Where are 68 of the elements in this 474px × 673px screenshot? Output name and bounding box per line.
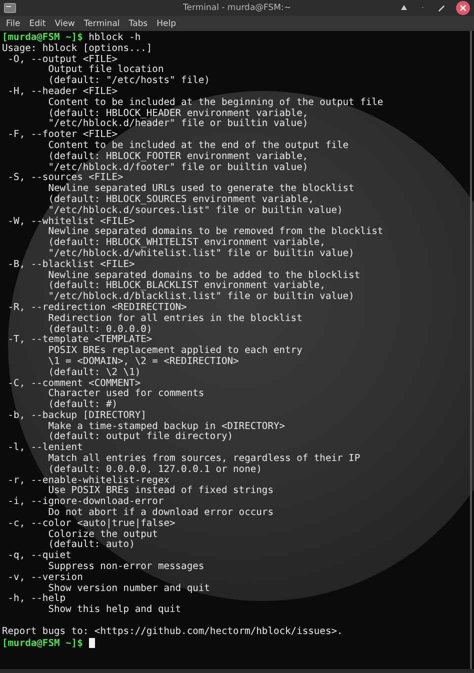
terminal-line: Suppress non-error messages	[48, 561, 204, 572]
terminal-line: -v, --version	[8, 572, 83, 583]
terminal-line: -b, --backup [DIRECTORY]	[8, 410, 146, 421]
terminal-line: (default: output file directory)	[48, 431, 234, 442]
terminal-line: Use POSIX BREs instead of fixed strings	[48, 485, 274, 496]
terminal-line: Colorize the output	[48, 528, 158, 540]
terminal-line: -l, --lenient	[8, 442, 83, 454]
terminal-line: Report bugs to: <https://github.com/hectorm/hblock/issues>.	[2, 626, 343, 637]
maximize-icon[interactable]	[438, 4, 445, 12]
terminal-line: -W, --whitelist <FILE>	[8, 216, 135, 227]
terminal-line: (default: auto)	[48, 539, 135, 550]
keep-above-icon[interactable]	[400, 4, 408, 12]
terminal-line: (default: HBLOCK_BLACKLIST environment variable,	[48, 280, 326, 292]
terminal-line: (default: HBLOCK_HEADER environment variable,	[48, 108, 308, 119]
terminal-line: POSIX BREs replacement applied to each entry	[48, 345, 302, 356]
command-text: hblock -h	[88, 32, 141, 43]
terminal-line: Output file location	[48, 64, 164, 76]
terminal-line: -F, --footer <FILE>	[8, 129, 118, 140]
prompt-text: [murda@FSM ~]$	[2, 638, 83, 649]
terminal-line: "/etc/hblock.d/footer" file or builtin value)	[48, 162, 308, 173]
terminal-line: (default: HBLOCK_FOOTER environment variable,	[48, 150, 308, 162]
terminal-line: (default: #)	[48, 399, 118, 410]
terminal-line: -B, --blacklist <FILE>	[8, 258, 135, 270]
terminal-line: -S, --sources <FILE>	[8, 172, 124, 184]
terminal-line: -T, --template <TEMPLATE>	[8, 334, 152, 346]
menu-item[interactable]: Terminal	[84, 18, 120, 28]
terminal-line: Show version number and quit	[48, 582, 210, 594]
terminal-line: -c, --color <auto|true|false>	[8, 518, 176, 529]
terminal-line: -r, --enable-whitelist-regex	[8, 474, 170, 486]
terminal-app-icon	[4, 3, 16, 13]
terminal-line: -i, --ignore-download-error	[8, 496, 164, 508]
prompt-text: [murda@FSM ~]$	[2, 32, 83, 43]
terminal-line: Content to be included at the beginning of the output file	[48, 96, 384, 108]
terminal-line: -H, --header <FILE>	[8, 86, 118, 97]
terminal-line: (default: 0.0.0.0)	[48, 324, 152, 335]
terminal-line: (default: HBLOCK_SOURCES environment variable,	[48, 194, 314, 205]
terminal-line: Redirection for all entries in the blocklist	[48, 312, 302, 324]
terminal-line: (default: HBLOCK_WHITELIST environment variable,	[48, 237, 326, 248]
terminal-line: Newline separated URLs used to generate the blocklist	[48, 183, 354, 194]
window-title: Terminal - murda@FSM:~	[183, 3, 291, 13]
terminal-line: "/etc/hblock.d/whitelist.list" file or builtin value)	[48, 248, 354, 259]
terminal-line: "/etc/hblock.d/blacklist.list" file or builtin value)	[48, 291, 354, 302]
terminal-line: \1 = <DOMAIN>, \2 = <REDIRECTION>	[48, 356, 239, 367]
terminal-line: (default: \2 \1)	[48, 366, 141, 378]
terminal-line: Match all entries from sources, regardless of their IP	[48, 453, 360, 464]
terminal-line: -R, --redirection <REDIRECTION>	[8, 302, 187, 313]
menu-item[interactable]: Help	[156, 18, 176, 28]
terminal-line: -h, --help	[8, 593, 66, 604]
terminal-line: -O, --output <FILE>	[8, 54, 118, 65]
terminal-line: Content to be included at the end of the output file	[48, 140, 349, 151]
close-icon[interactable]	[456, 1, 470, 15]
menu-item[interactable]: File	[6, 18, 20, 28]
terminal-line: (default: "/etc/hosts" file)	[48, 75, 210, 86]
menu-item[interactable]: Tabs	[128, 18, 148, 28]
terminal-line: Usage: hblock [options...]	[2, 42, 152, 54]
terminal-line: "/etc/hblock.d/sources.list" file or builtin value)	[48, 204, 343, 216]
terminal-line: Do not abort if a download error occurs	[48, 507, 274, 518]
terminal-line: -C, --comment <COMMENT>	[8, 378, 141, 388]
terminal-line: Newline separated domains to be added to the blocklist	[48, 270, 360, 281]
terminal-line: Make a time-stamped backup in <DIRECTORY>	[48, 420, 286, 432]
terminal-line: Newline separated domains to be removed from the blocklist	[48, 226, 384, 238]
terminal-line: Character used for comments	[48, 388, 204, 400]
terminal-line: (default: 0.0.0.0, 127.0.0.1 or none)	[48, 464, 262, 475]
terminal-line: Show this help and quit	[48, 604, 182, 616]
menu-item[interactable]: Edit	[29, 18, 46, 28]
menu-item[interactable]: View	[54, 18, 75, 28]
terminal-line: -q, --quiet	[8, 550, 72, 562]
terminal-line: "/etc/hblock.d/header" file or builtin value)	[48, 118, 308, 130]
